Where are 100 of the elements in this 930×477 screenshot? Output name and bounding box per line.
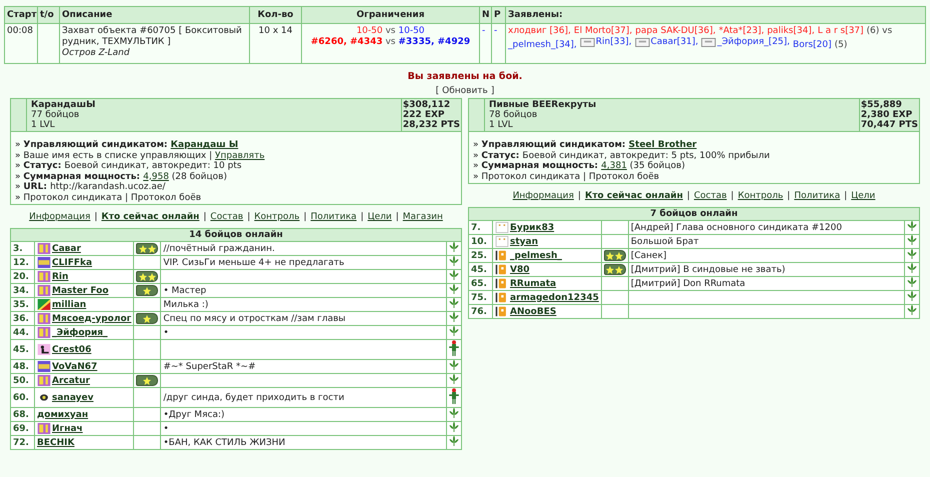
player-link[interactable]: Crest06 (52, 344, 92, 354)
rank-number: 48. (13, 362, 29, 372)
nav-link[interactable]: Состав (694, 191, 727, 201)
start-time: 00:08 (7, 26, 33, 36)
player-note: Спец по мясу и отросткам //зам главы (163, 314, 346, 324)
info-line: » Статус: Боевой синдикат, автокредит: 10 pts (15, 161, 243, 172)
nav-link[interactable]: Цели (368, 212, 392, 222)
p-value: - (494, 26, 498, 36)
avatar-icon (495, 236, 509, 247)
nav-link[interactable]: Политика (794, 191, 840, 201)
leaf-icon (449, 242, 459, 252)
info-text: » (473, 140, 480, 150)
exp-amount: 2,380 EXP (860, 110, 914, 120)
column-header: Ограничения (302, 6, 480, 24)
n-value: - (482, 26, 486, 36)
info-line: » URL: http://karandash.ucoz.ae/ (15, 182, 166, 192)
nav-link[interactable]: Контроль (254, 212, 300, 222)
vs-text: vs (385, 26, 396, 36)
rank-number: 50. (13, 376, 29, 386)
refresh-link[interactable]: Обновить (442, 86, 488, 96)
syndicate-level: 1 LVL (31, 120, 56, 130)
exp-amount: 222 EXP (402, 110, 446, 120)
leaf-icon (449, 298, 459, 308)
syndicate-name: Пивные BEERекруты (489, 100, 598, 110)
player-note: • (163, 424, 169, 434)
player-note: //почётный гражданин. (163, 244, 275, 254)
player-note: Милька :) (163, 300, 208, 310)
info-text: Суммарная мощность: (23, 172, 142, 182)
separator: | (396, 212, 399, 222)
info-line: » Статус: Боевой синдикат, автокредит: 5 pts, 100% прибыли (473, 150, 771, 161)
syndicate-level: 1 LVL (489, 120, 514, 130)
column-header: Старт (4, 6, 38, 24)
rank-number: 12. (13, 258, 29, 268)
rank-number: 76. (471, 306, 487, 316)
player-note: [Андрей] Глава основного синдиката #1200 (630, 222, 842, 232)
info-line: » Протокол синдиката | Протокол боёв (473, 172, 660, 182)
leaf-icon (907, 249, 917, 259)
player-note: /друг синда, будет приходить в гости (163, 392, 344, 402)
nav-link[interactable]: Кто сейчас онлайн (101, 212, 200, 222)
player-note: • (163, 328, 169, 338)
player-link[interactable]: Rin (52, 272, 68, 282)
rank-number: 35. (13, 300, 29, 310)
separator: | (730, 191, 734, 201)
player-link[interactable]: V80 (510, 264, 530, 274)
applicant-name: *Ata*[23], (718, 26, 764, 37)
rank-number: 34. (13, 286, 29, 296)
separator: | (203, 212, 206, 222)
text-link[interactable]: 4,958 (143, 172, 169, 182)
emblem-icon (37, 423, 51, 434)
applicant-name: El Morto[37], (574, 26, 632, 37)
separator: | (787, 191, 790, 201)
leaf-icon (449, 256, 459, 266)
nav-link[interactable]: Кто сейчас онлайн (584, 191, 683, 201)
nav-link[interactable]: Политика (310, 212, 357, 222)
player-note: •Друг Мяса:) (163, 410, 224, 420)
manager-link[interactable]: Карандаш Ы (170, 140, 238, 150)
text-link[interactable]: 4,381 (601, 161, 627, 171)
player-note: •БАН, КАК СТИЛЬ ЖИЗНИ (163, 438, 286, 448)
team-count: (6) vs (866, 26, 892, 37)
battle-description: Захват объекта #60705 [ Бокситовый рудник, ТЕХМУЛЬТИК ] (62, 26, 243, 48)
text-link[interactable]: Управлять (215, 150, 265, 160)
emblem-icon (37, 327, 51, 338)
applicant-name: Савar[31], (650, 37, 698, 48)
column-header: N (480, 6, 492, 24)
player-note: Большой Брат (630, 236, 699, 246)
nav-link[interactable]: Магазин (402, 212, 443, 222)
leaf-icon (449, 326, 459, 336)
applicant-name: хлодвиг [36], (508, 26, 571, 37)
applicant-name: paliks[34], (767, 26, 815, 37)
column-header: t/o (38, 6, 60, 24)
nav-link[interactable]: Контроль (738, 191, 784, 201)
emblem-icon (37, 243, 51, 254)
nav-link[interactable]: Цели (851, 191, 876, 201)
emblem-icon (37, 313, 51, 324)
bracket: ] (490, 86, 494, 96)
emblem-icon (495, 292, 509, 303)
rank-number: 75. (471, 292, 487, 302)
leaf-icon (907, 263, 917, 273)
info-text: Управляющий синдикатом: (481, 140, 627, 150)
fighter-count: 77 бойцов (31, 110, 80, 120)
nav-link[interactable]: Состав (210, 212, 244, 222)
nav-link[interactable]: Информация (29, 212, 90, 222)
applicant-name: papa SAK-DU[36], (635, 26, 716, 37)
leaf-icon (907, 221, 917, 231)
syndicate-ids: #6260, #4343 (310, 37, 383, 47)
nav-link[interactable]: Информация (512, 191, 574, 201)
rank-number: 20. (13, 272, 29, 282)
leaf-icon (449, 374, 459, 384)
rank-number: 7. (471, 222, 481, 232)
player-link[interactable]: styan (510, 236, 538, 246)
info-line: » Протокол синдиката | Протокол боёв (15, 192, 202, 203)
rank-number: 72. (13, 438, 29, 448)
star-icon (143, 376, 152, 384)
info-text: » (15, 172, 22, 182)
manager-link[interactable]: Steel Brother (628, 140, 697, 150)
separator: | (304, 212, 307, 222)
player-note: [Дмитрий] В синдовые не звать) (630, 264, 786, 274)
leaf-icon (449, 270, 459, 280)
emblem-icon (37, 257, 51, 268)
player-note: [Санек] (630, 250, 667, 260)
